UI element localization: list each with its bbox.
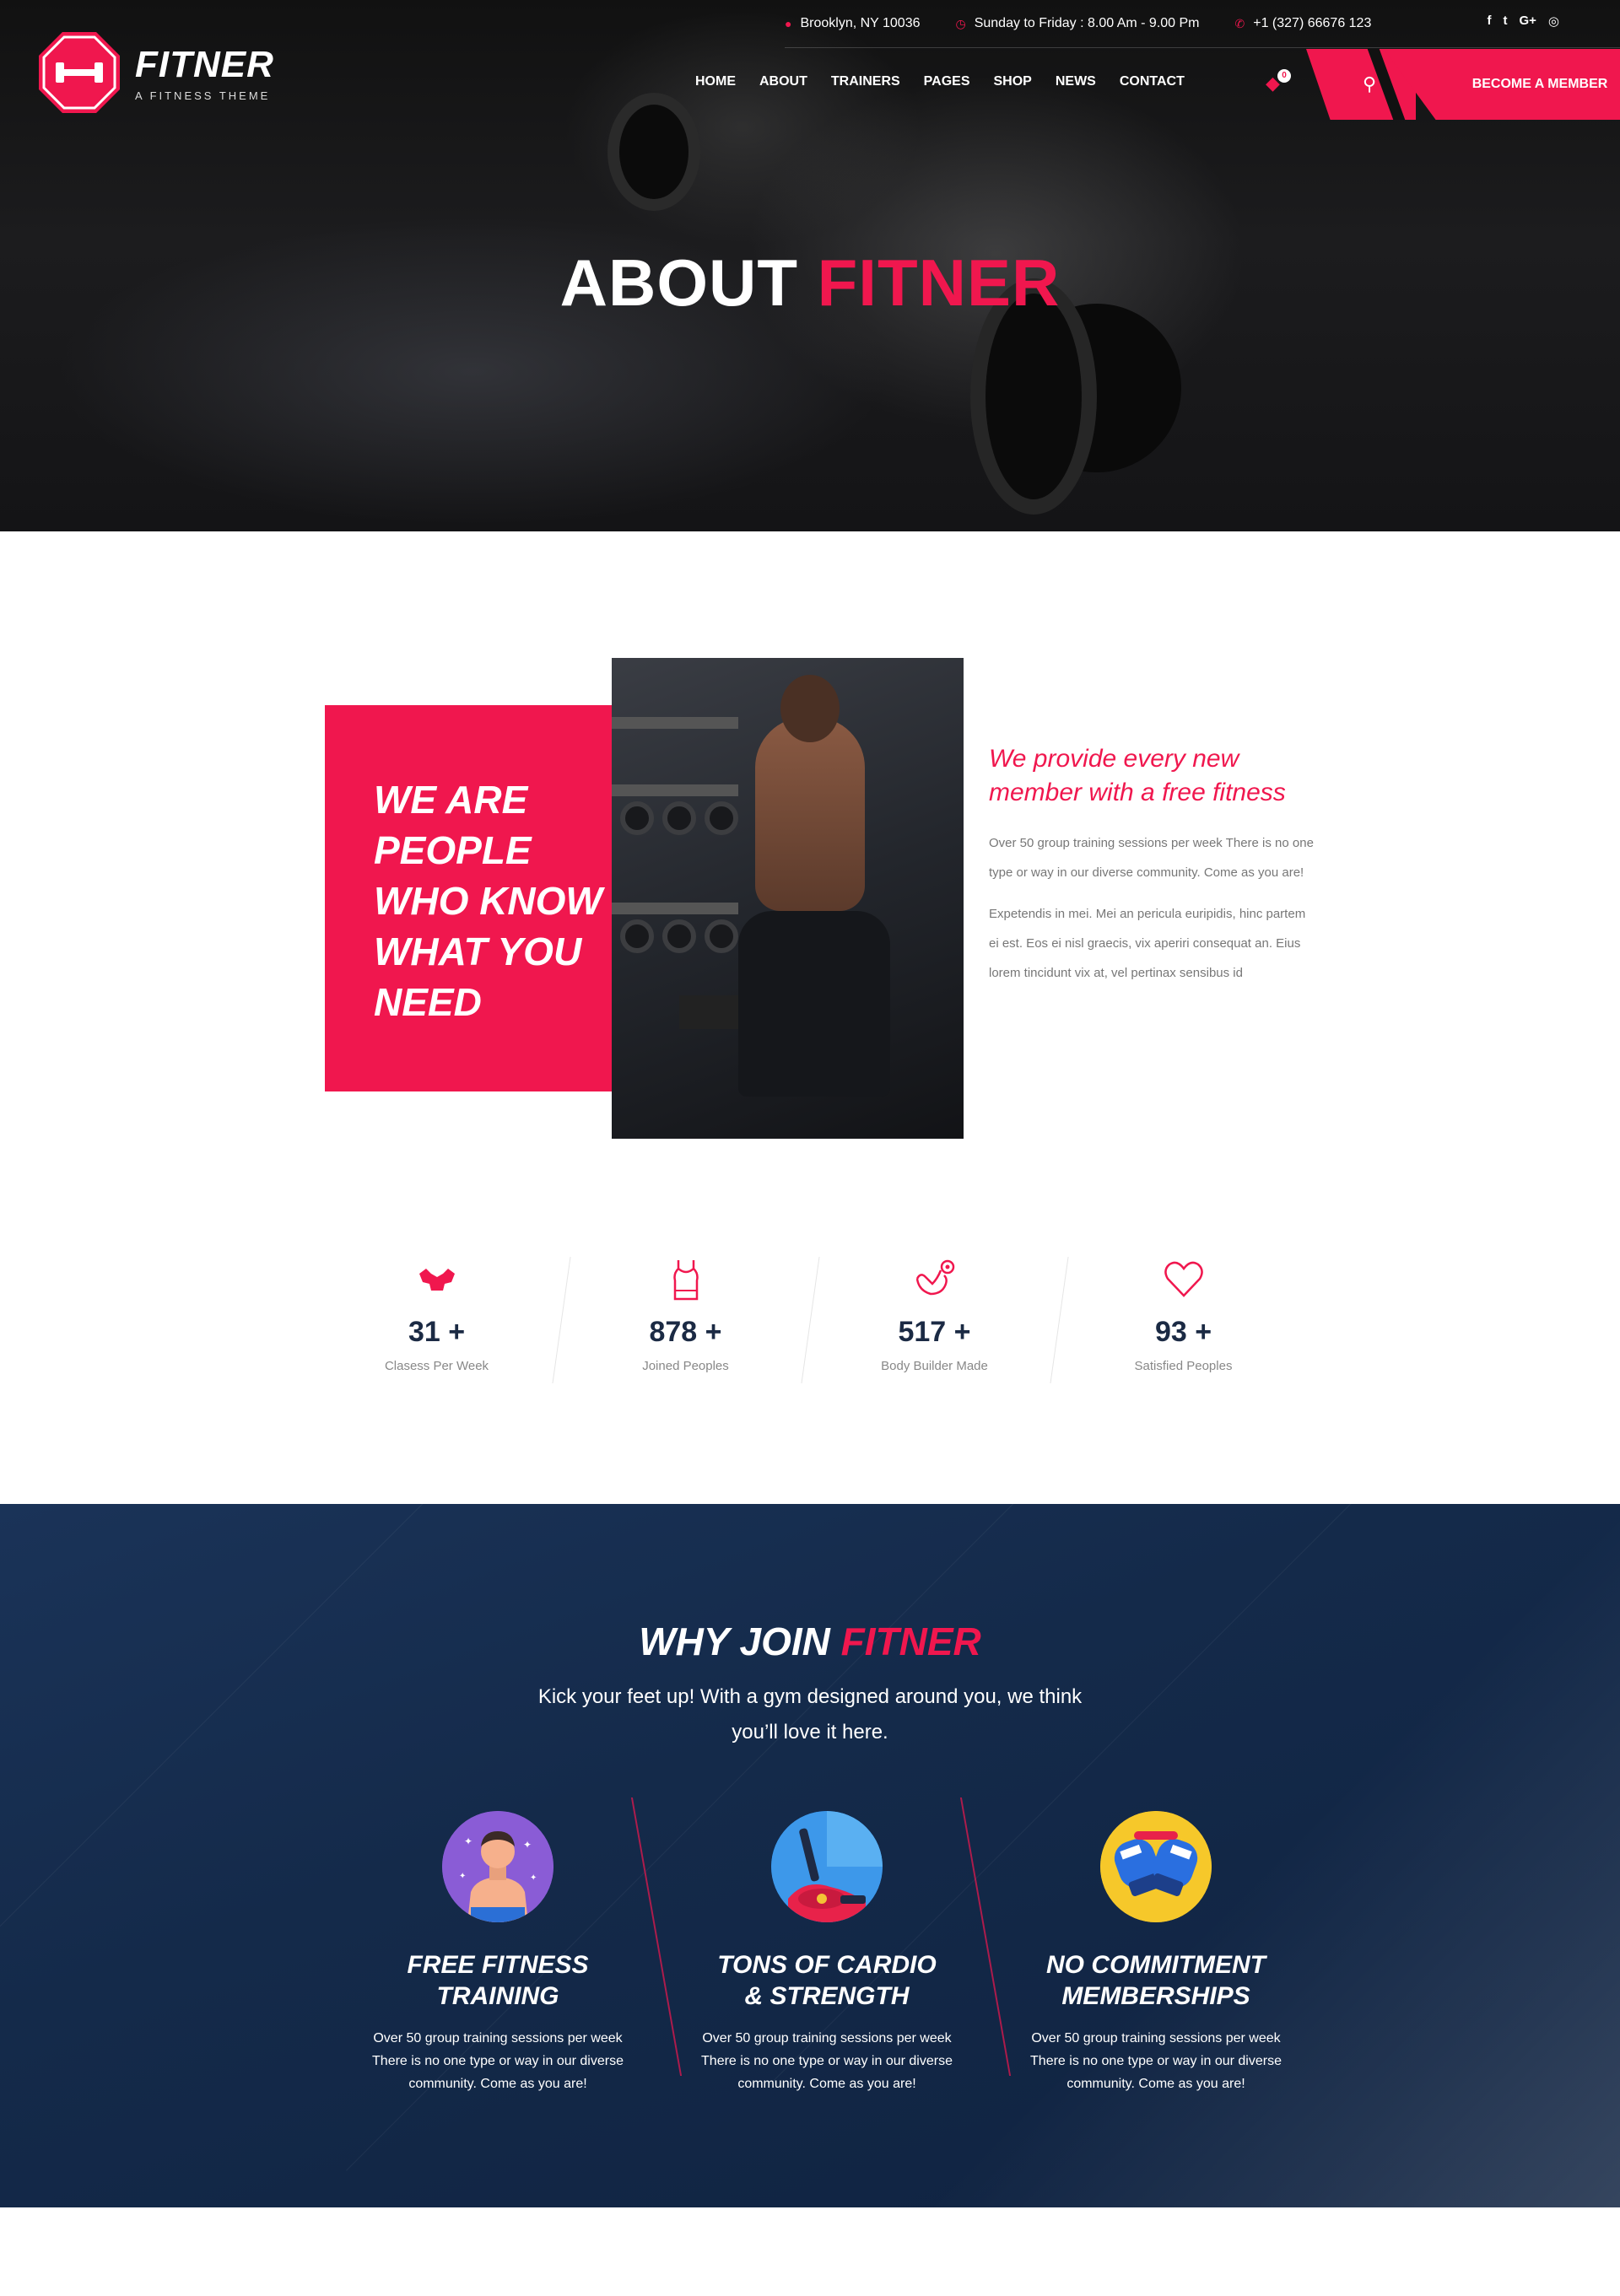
- stat-label: Joined Peoples: [642, 1359, 729, 1373]
- stat-label: Body Builder Made: [881, 1359, 988, 1373]
- phone-icon: ✆: [1234, 16, 1245, 30]
- feature-columns: ✦ ✦ ✦ ✦ FREE FITNESS TRAINING Over 50 gr…: [333, 1811, 1320, 2095]
- cart-count-badge: 0: [1277, 69, 1291, 83]
- cart-button[interactable]: ◆ 0: [1266, 69, 1291, 94]
- hero-dumbbell-shape: [608, 93, 700, 211]
- person-shape: [738, 911, 890, 1097]
- muscle-icon: [312, 1257, 561, 1302]
- nav-shop[interactable]: SHOP: [994, 74, 1032, 89]
- clock-icon: ◷: [955, 16, 966, 30]
- feature-title: NO COMMITMENT MEMBERSHIPS: [1046, 1951, 1266, 2010]
- photo-dumbbell-shape: [662, 801, 696, 835]
- nav-trainers[interactable]: TRAINERS: [831, 74, 900, 89]
- about-paragraph-1: Over 50 group training sessions per week…: [989, 836, 1314, 880]
- nav-pages[interactable]: PAGES: [924, 74, 970, 89]
- page-title-accent: FITNER: [817, 245, 1061, 320]
- phone-item[interactable]: ✆ +1 (327) 66676 123: [1235, 16, 1372, 31]
- feature-title: FREE FITNESS TRAINING: [407, 1951, 589, 2010]
- stat-value: 31 +: [408, 1316, 466, 1348]
- nav-home[interactable]: HOME: [695, 74, 736, 89]
- hero-section: ● Brooklyn, NY 10036 ◷ Sunday to Friday …: [0, 0, 1620, 531]
- why-join-section: WHY JOIN FITNER Kick your feet up! With …: [0, 1504, 1620, 2207]
- tank-top-icon: [561, 1257, 810, 1302]
- stat-label: Clasess Per Week: [384, 1359, 489, 1373]
- about-paragraph-2: Expetendis in mei. Mei an pericula eurip…: [989, 907, 1306, 980]
- facebook-icon[interactable]: f: [1487, 13, 1491, 29]
- rack-shape: [612, 784, 738, 796]
- site-logo[interactable]: FITNER A FITNESS THEME: [37, 30, 274, 115]
- feature-item: NO COMMITMENT MEMBERSHIPS Over 50 group …: [991, 1811, 1320, 2095]
- about-card: WE ARE PEOPLE WHO KNOW WHAT YOU NEED: [325, 705, 612, 1091]
- address-item: ● Brooklyn, NY 10036: [785, 16, 920, 31]
- logo-dumbbell-icon: [37, 30, 122, 115]
- feature-text: Over 50 group training sessions per week…: [701, 2031, 953, 2091]
- stats-row: 31 + Clasess Per Week 878 + Joined Peopl…: [312, 1257, 1308, 1383]
- topbar-divider: [785, 47, 1620, 48]
- photo-dumbbell-shape: [620, 801, 654, 835]
- rack-shape: [612, 717, 738, 729]
- page-title: ABOUT FITNER: [0, 245, 1620, 321]
- svg-text:✦: ✦: [523, 1839, 532, 1851]
- become-member-button[interactable]: BECOME A MEMBER: [1384, 49, 1620, 120]
- stat-item: 517 + Body Builder Made: [810, 1257, 1059, 1383]
- location-pin-icon: ●: [785, 17, 792, 30]
- address-text: Brooklyn, NY 10036: [800, 16, 921, 30]
- photo-dumbbell-shape: [705, 919, 738, 953]
- twitter-icon[interactable]: t: [1503, 13, 1507, 29]
- photo-dumbbell-shape: [620, 919, 654, 953]
- boxing-gloves-icon: [1100, 1811, 1212, 1922]
- hours-text: Sunday to Friday : 8.00 Am - 9.00 Pm: [974, 16, 1200, 30]
- feature-item: ✦ ✦ ✦ ✦ FREE FITNESS TRAINING Over 50 gr…: [333, 1811, 662, 2095]
- feature-text: Over 50 group training sessions per week…: [1030, 2031, 1282, 2091]
- stat-item: 93 + Satisfied Peoples: [1059, 1257, 1308, 1383]
- person-shape: [780, 675, 840, 742]
- stat-value: 878 +: [649, 1316, 722, 1348]
- stat-value: 517 +: [898, 1316, 971, 1348]
- google-plus-icon[interactable]: G+: [1519, 13, 1536, 29]
- logo-title: FITNER: [135, 43, 274, 85]
- why-join-subtitle: Kick your feet up! With a gym designed a…: [537, 1685, 1083, 1744]
- about-photo: [612, 658, 964, 1139]
- phone-text[interactable]: +1 (327) 66676 123: [1253, 16, 1371, 31]
- about-subheading: We provide every new member with a free …: [989, 745, 1286, 806]
- stat-label: Satisfied Peoples: [1134, 1359, 1233, 1373]
- logo-tagline: A FITNESS THEME: [135, 89, 271, 102]
- page-title-main: ABOUT: [559, 245, 818, 320]
- person-shape: [755, 717, 865, 911]
- feature-item: TONS OF CARDIO & STRENGTH Over 50 group …: [662, 1811, 991, 2095]
- rack-shape: [612, 903, 738, 914]
- top-info-bar: ● Brooklyn, NY 10036 ◷ Sunday to Friday …: [785, 10, 1620, 37]
- about-card-heading: WE ARE PEOPLE WHO KNOW WHAT YOU NEED: [374, 778, 602, 1024]
- about-text-block: We provide every new member with a free …: [989, 742, 1318, 988]
- photo-dumbbell-shape: [662, 919, 696, 953]
- stat-value: 93 +: [1154, 1316, 1212, 1348]
- heart-icon: [1059, 1257, 1308, 1302]
- hours-item: ◷ Sunday to Friday : 8.00 Am - 9.00 Pm: [955, 16, 1199, 31]
- main-nav: HOME ABOUT TRAINERS PAGES SHOP NEWS CONT…: [695, 74, 1185, 89]
- feature-title: TONS OF CARDIO & STRENGTH: [717, 1951, 937, 2010]
- stat-item: 31 + Clasess Per Week: [312, 1257, 561, 1383]
- social-links: f t G+ ◎: [1487, 13, 1559, 29]
- feature-text: Over 50 group training sessions per week…: [372, 2031, 624, 2091]
- nav-about[interactable]: ABOUT: [759, 74, 807, 89]
- trainer-icon: ✦ ✦ ✦ ✦: [442, 1811, 554, 1922]
- why-join-title-main: WHY JOIN: [639, 1620, 841, 1663]
- why-join-title: WHY JOIN FITNER: [0, 1619, 1620, 1664]
- search-icon: ⚲: [1362, 73, 1377, 94]
- nav-contact[interactable]: CONTACT: [1120, 74, 1185, 89]
- arm-weight-icon: [810, 1257, 1059, 1302]
- svg-text:✦: ✦: [464, 1835, 472, 1847]
- photo-dumbbell-shape: [705, 801, 738, 835]
- why-join-title-accent: FITNER: [840, 1620, 981, 1663]
- stat-item: 878 + Joined Peoples: [561, 1257, 810, 1383]
- svg-text:✦: ✦: [459, 1872, 466, 1881]
- nav-news[interactable]: NEWS: [1056, 74, 1096, 89]
- svg-text:✦: ✦: [530, 1873, 537, 1883]
- cardio-machine-icon: [771, 1811, 883, 1922]
- instagram-icon[interactable]: ◎: [1548, 13, 1559, 29]
